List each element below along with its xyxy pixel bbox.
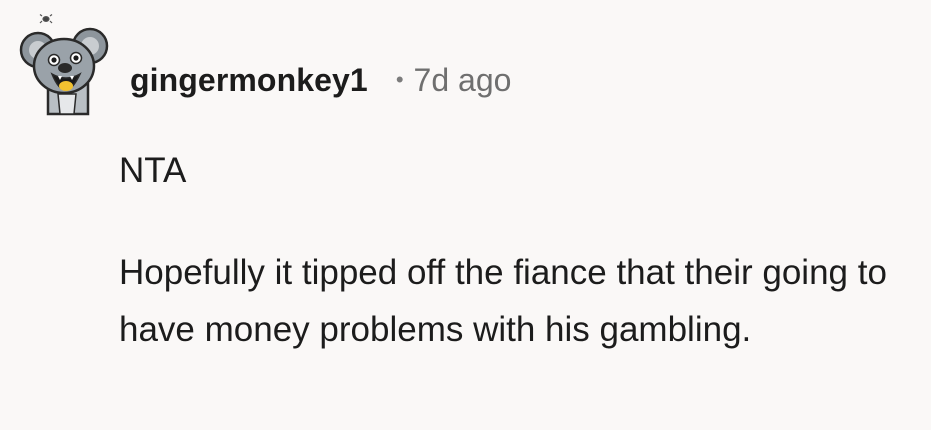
koala-avatar-icon[interactable] — [18, 14, 110, 118]
timestamp[interactable]: 7d ago — [414, 62, 512, 99]
comment-paragraph: NTA — [119, 151, 187, 190]
username-link[interactable]: gingermonkey1 — [130, 62, 368, 99]
comment-body: NTA Hopefully it tipped off the fiance t… — [119, 142, 909, 358]
comment: gingermonkey1 • 7d ago NTA Hopefully it … — [0, 0, 931, 430]
comment-paragraph: Hopefully it tipped off the fiance that … — [119, 253, 887, 349]
comment-header: gingermonkey1 • 7d ago — [130, 58, 511, 102]
separator-dot: • — [395, 67, 404, 92]
